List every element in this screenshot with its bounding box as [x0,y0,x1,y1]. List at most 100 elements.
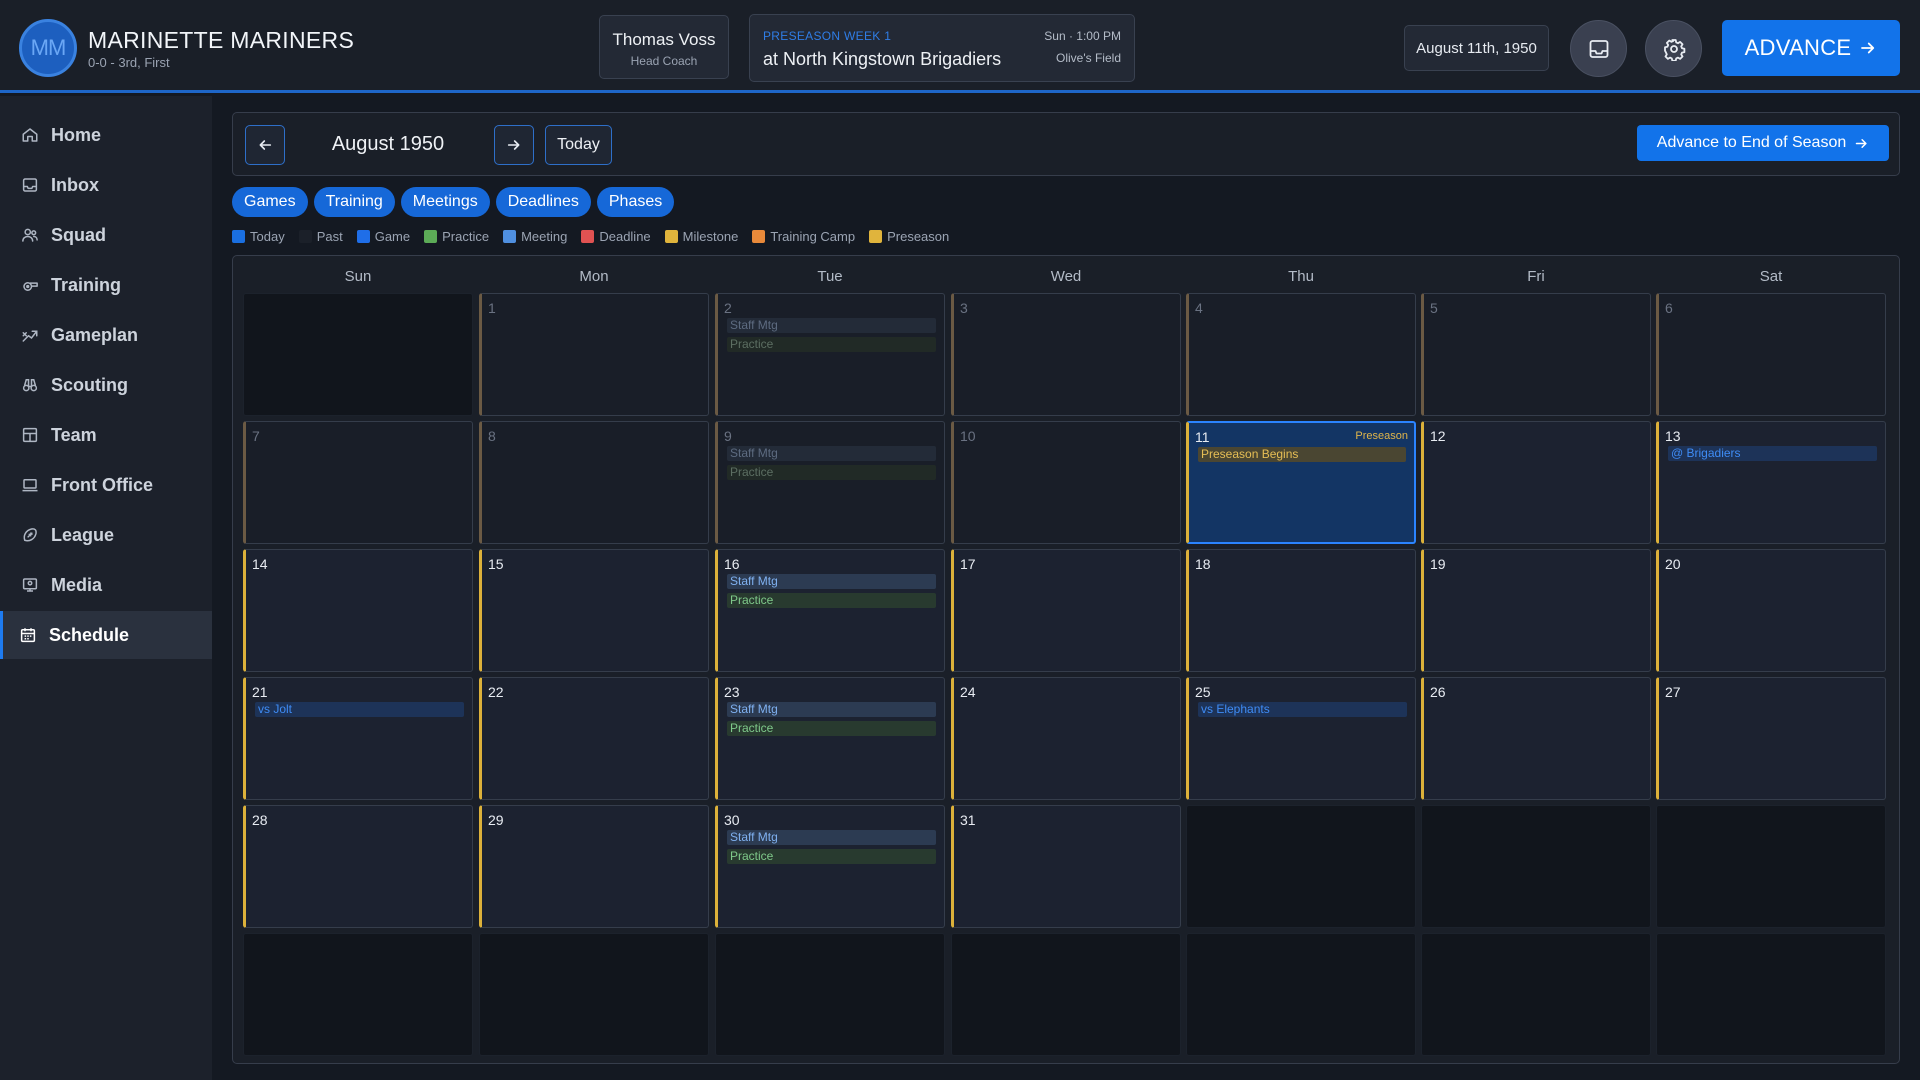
sidebar-item-media[interactable]: Media [0,561,212,609]
day-number: 12 [1430,428,1446,444]
calendar-day[interactable]: 24 [951,677,1181,800]
today-button[interactable]: Today [545,125,612,165]
home-icon [20,125,40,145]
sidebar-item-front-office[interactable]: Front Office [0,461,212,509]
calendar-day[interactable]: 29 [479,805,709,928]
sidebar: Home Inbox Squad Training Gameplan Scout… [0,96,212,1080]
legend-swatch [752,229,766,243]
day-number: 4 [1195,300,1203,316]
calendar-day[interactable]: 12 [1421,421,1651,544]
calendar-day[interactable]: 21 vs Jolt [243,677,473,800]
month-title: August 1950 [331,133,445,155]
settings-button[interactable] [1645,20,1702,77]
calendar-event-game[interactable]: @ Brigadiers [1668,446,1877,461]
day-number: 17 [960,556,976,572]
calendar-day[interactable]: 6 [1656,293,1886,416]
calendar-day[interactable]: 18 [1186,549,1416,672]
calendar-day[interactable]: 16 Staff Mtg Practice [715,549,945,672]
sidebar-item-home[interactable]: Home [0,111,212,159]
calendar-day[interactable]: 26 [1421,677,1651,800]
coach-card[interactable]: Thomas Voss Head Coach [599,15,729,79]
legend-swatch [503,229,517,243]
calendar-day[interactable]: 15 [479,549,709,672]
calendar-event-meeting[interactable]: Staff Mtg [727,830,936,845]
calendar-day[interactable]: 13 @ Brigadiers [1656,421,1886,544]
calendar-event-game[interactable]: vs Elephants [1198,702,1407,717]
filter-meetings[interactable]: Meetings [400,187,490,217]
calendar-day[interactable]: 5 [1421,293,1651,416]
previous-month-button[interactable] [245,125,285,165]
arrow-right-icon [1855,138,1867,148]
calendar-day[interactable]: 22 [479,677,709,800]
calendar-day[interactable]: 27 [1656,677,1886,800]
calendar-day[interactable]: 3 [951,293,1181,416]
weekday-header: Wed [1050,268,1082,285]
sidebar-item-label: Scouting [51,374,128,395]
next-month-button[interactable] [494,125,534,165]
calendar-event-meeting[interactable]: Staff Mtg [727,702,936,717]
team-logo[interactable]: MM [19,19,77,77]
day-number: 21 [252,684,268,700]
calendar-event-milestone[interactable]: Preseason Begins [1198,447,1406,462]
sidebar-item-league[interactable]: League [0,511,212,559]
sidebar-item-scouting[interactable]: Scouting [0,361,212,409]
legend-swatch [298,229,312,243]
sidebar-item-squad[interactable]: Squad [0,211,212,259]
calendar-day[interactable]: 25 vs Elephants [1186,677,1416,800]
calendar-day-empty [951,933,1181,1056]
filter-phases[interactable]: Phases [596,187,675,217]
calendar-day[interactable]: 31 [951,805,1181,928]
calendar-day[interactable]: 2 Staff Mtg Practice [715,293,945,416]
calendar-day[interactable]: 10 [951,421,1181,544]
next-game-week: PRESEASON WEEK 1 [763,29,892,43]
next-game-card[interactable]: PRESEASON WEEK 1 at North Kingstown Brig… [749,14,1135,82]
calendar-event-game[interactable]: vs Jolt [255,702,464,717]
day-number: 10 [960,428,976,444]
calendar-day[interactable]: 9 Staff Mtg Practice [715,421,945,544]
sidebar-item-gameplan[interactable]: Gameplan [0,311,212,359]
legend-label: Today [250,228,285,244]
calendar-day-today[interactable]: 11 Preseason Preseason Begins [1186,421,1416,544]
calendar-day[interactable]: 23 Staff Mtg Practice [715,677,945,800]
calendar-day[interactable]: 1 [479,293,709,416]
calendar-day-empty [243,933,473,1056]
calendar-day[interactable]: 4 [1186,293,1416,416]
calendar-event-practice[interactable]: Practice [727,849,936,864]
calendar-day[interactable]: 28 [243,805,473,928]
day-number: 26 [1430,684,1446,700]
calendar-day[interactable]: 14 [243,549,473,672]
next-game-time: Sun · 1:00 PM [1044,29,1121,43]
legend-meeting: Meeting [503,229,567,244]
filter-deadlines[interactable]: Deadlines [495,187,591,217]
calendar-event-practice[interactable]: Practice [727,593,936,608]
calendar-event-meeting[interactable]: Staff Mtg [727,318,936,333]
calendar-event-practice[interactable]: Practice [727,721,936,736]
calendar-event-meeting[interactable]: Staff Mtg [727,574,936,589]
day-number: 27 [1665,684,1681,700]
calendar-day[interactable]: 19 [1421,549,1651,672]
sidebar-item-inbox[interactable]: Inbox [0,161,212,209]
legend-swatch [424,229,438,243]
laptop-icon [20,475,40,495]
advance-to-end-of-season-button[interactable]: Advance to End of Season [1637,125,1889,161]
legend-label: Past [316,228,343,244]
legend-deadline: Deadline [581,229,651,244]
sidebar-item-team[interactable]: Team [0,411,212,459]
filter-games[interactable]: Games [232,187,308,217]
calendar-day[interactable]: 8 [479,421,709,544]
day-number: 7 [252,428,260,444]
legend-label: Meeting [521,228,568,244]
inbox-button[interactable] [1570,20,1627,77]
calendar-day[interactable]: 17 [951,549,1181,672]
calendar-event-meeting[interactable]: Staff Mtg [727,446,936,461]
calendar-event-practice[interactable]: Practice [727,465,936,480]
sidebar-item-schedule[interactable]: Schedule [0,611,212,659]
advance-button[interactable]: ADVANCE [1722,20,1900,76]
calendar-event-practice[interactable]: Practice [727,337,936,352]
sidebar-item-training[interactable]: Training [0,261,212,309]
calendar-day[interactable]: 20 [1656,549,1886,672]
filter-training[interactable]: Training [313,187,395,217]
calendar-day[interactable]: 7 [243,421,473,544]
calendar-day[interactable]: 30 Staff Mtg Practice [715,805,945,928]
calendar-day-empty [1186,805,1416,928]
